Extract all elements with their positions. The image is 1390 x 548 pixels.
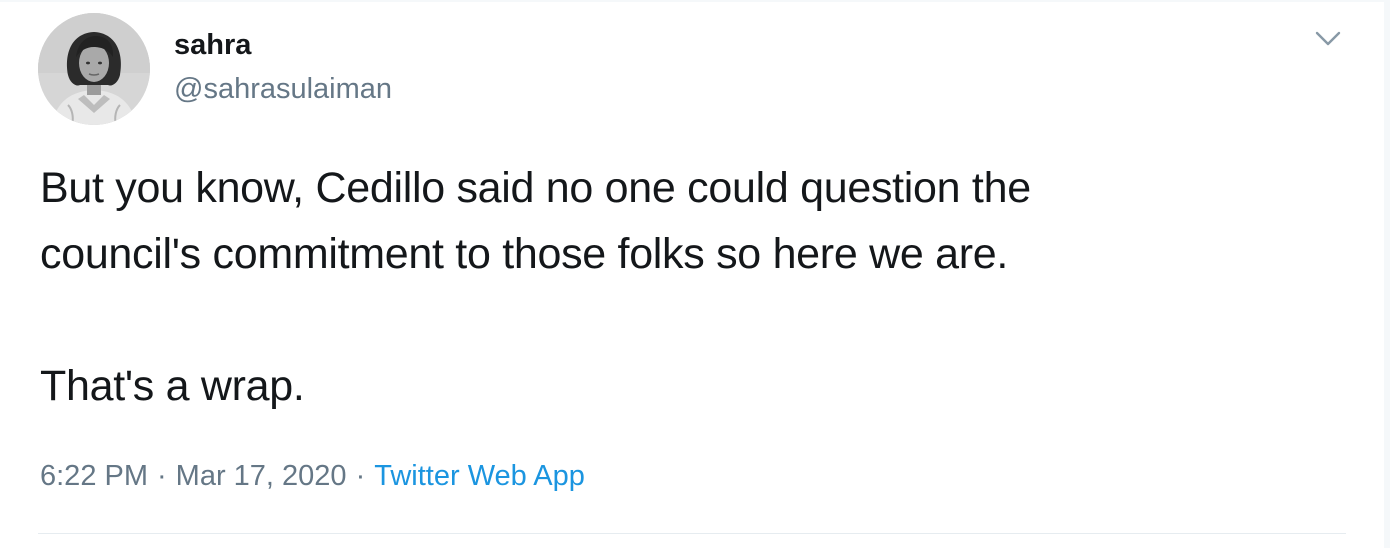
- profile-photo-avatar: [38, 13, 150, 125]
- chevron-down-icon: [1315, 31, 1341, 46]
- tweet-text: But you know, Cedillo said no one could …: [40, 155, 1340, 419]
- tweet-source-link[interactable]: Twitter Web App: [374, 460, 585, 492]
- meta-separator: ·: [157, 460, 167, 492]
- tweet-text-line: That's a wrap.: [40, 362, 305, 410]
- user-handle[interactable]: @sahrasulaiman: [174, 71, 392, 107]
- tweet-card: sahra @sahrasulaiman But you know, Cedil…: [0, 0, 1390, 548]
- avatar[interactable]: [38, 13, 150, 125]
- tweet-text-line: But you know, Cedillo said no one could …: [40, 164, 1031, 212]
- tweet-date[interactable]: Mar 17, 2020: [176, 460, 347, 492]
- card-right-edge: [1384, 0, 1390, 548]
- tweet-metadata: 6:22 PM · Mar 17, 2020 · Twitter Web App: [40, 457, 585, 495]
- display-name[interactable]: sahra: [174, 27, 251, 63]
- tweet-text-line: council's commitment to those folks so h…: [40, 230, 1008, 278]
- more-options-button[interactable]: [1310, 24, 1346, 54]
- meta-separator: ·: [355, 460, 366, 492]
- divider: [38, 533, 1346, 534]
- tweet-time[interactable]: 6:22 PM: [40, 460, 148, 492]
- card-top-edge: [0, 0, 1390, 2]
